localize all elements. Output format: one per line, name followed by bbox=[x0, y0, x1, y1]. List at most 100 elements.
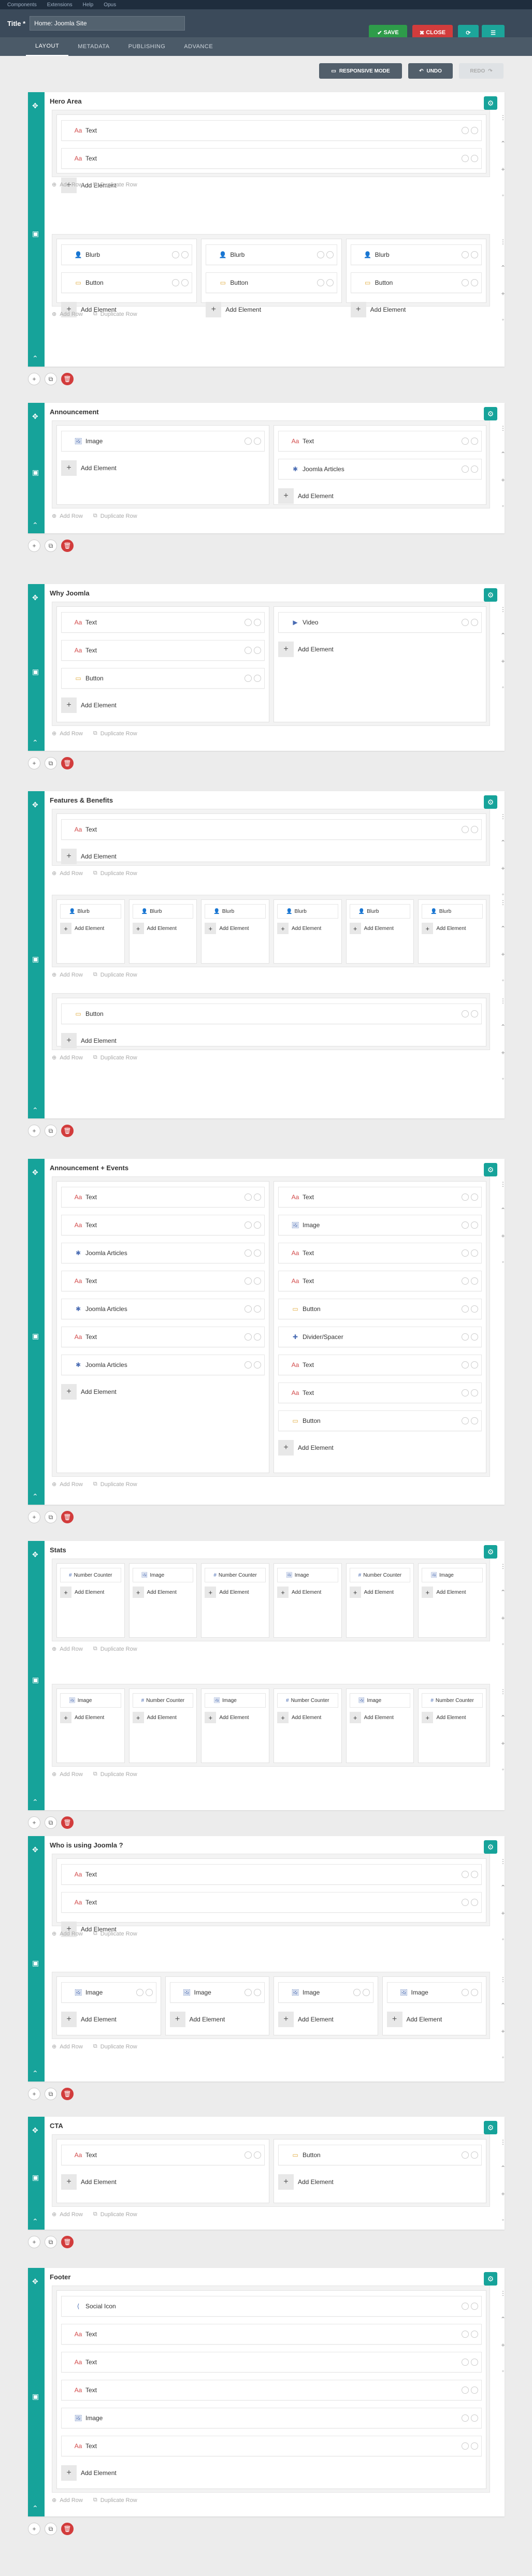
edit-icon[interactable] bbox=[462, 1389, 469, 1396]
plus-icon[interactable]: + bbox=[501, 166, 505, 173]
move-icon[interactable]: ⋮ bbox=[500, 899, 506, 906]
add-element-button[interactable]: + Add Element bbox=[60, 922, 104, 935]
plus-icon[interactable]: + bbox=[501, 1232, 505, 1240]
edit-icon[interactable] bbox=[245, 1333, 252, 1341]
add-section-button[interactable]: + bbox=[28, 1511, 40, 1523]
edit-icon[interactable] bbox=[317, 279, 324, 286]
save-icon[interactable]: ▣ bbox=[32, 229, 39, 238]
edit-icon[interactable] bbox=[172, 251, 180, 258]
settings-icon[interactable] bbox=[326, 279, 334, 286]
element-text[interactable]: Aa Text bbox=[61, 1187, 265, 1207]
move-icon[interactable]: ⋮ bbox=[500, 2138, 506, 2146]
save-icon[interactable]: ▣ bbox=[32, 1332, 39, 1341]
element-button[interactable]: ▭ Button bbox=[278, 1410, 482, 1431]
edit-icon[interactable] bbox=[245, 1361, 252, 1369]
settings-icon[interactable] bbox=[254, 1221, 261, 1229]
add-element-button[interactable]: + Add Element bbox=[349, 1585, 394, 1599]
settings-icon[interactable]: ◦ bbox=[502, 192, 504, 199]
settings-icon[interactable] bbox=[471, 465, 478, 473]
collapse-icon[interactable]: ⌃ bbox=[32, 1492, 38, 1501]
settings-icon[interactable] bbox=[254, 1361, 261, 1369]
move-icon[interactable]: ⋮ bbox=[500, 1181, 506, 1188]
settings-icon[interactable] bbox=[471, 2386, 478, 2394]
settings-icon[interactable] bbox=[471, 1010, 478, 1017]
element-text[interactable]: Aa Text bbox=[61, 1892, 482, 1913]
add-element-button[interactable]: + Add Element bbox=[422, 1711, 466, 1724]
element-video[interactable]: ▶ Video bbox=[278, 612, 482, 633]
settings-icon[interactable]: ◦ bbox=[502, 1640, 504, 1648]
section-settings-button[interactable]: ⚙ bbox=[484, 407, 497, 420]
element-text[interactable]: Aa Text bbox=[61, 1864, 482, 1885]
element-text[interactable]: Aa Text bbox=[61, 640, 265, 661]
add-element-button[interactable]: + Add Element bbox=[277, 1585, 321, 1599]
drag-icon[interactable]: ✥ bbox=[32, 2126, 38, 2135]
plus-icon[interactable]: + bbox=[501, 1049, 505, 1056]
settings-icon[interactable] bbox=[254, 1249, 261, 1257]
element-blurb[interactable]: 👤 Blurb bbox=[205, 904, 266, 919]
menu-extensions[interactable]: Extensions bbox=[47, 2, 73, 8]
delete-section-button[interactable]: 🗑 bbox=[61, 1816, 74, 1829]
drag-icon[interactable]: ✥ bbox=[32, 1550, 38, 1559]
settings-icon[interactable] bbox=[471, 1249, 478, 1257]
element-number-counter[interactable]: # Number Counter bbox=[132, 1693, 194, 1708]
settings-icon[interactable] bbox=[471, 2359, 478, 2366]
add-element-button[interactable]: + Add Element bbox=[278, 2173, 334, 2191]
element-divider[interactable]: ✚ Divider/Spacer bbox=[278, 1327, 482, 1347]
plus-icon[interactable]: + bbox=[501, 2341, 505, 2349]
edit-icon[interactable] bbox=[353, 1989, 361, 1996]
add-element-button[interactable]: + Add Element bbox=[206, 300, 261, 319]
settings-icon[interactable] bbox=[471, 1899, 478, 1906]
section-settings-button[interactable]: ⚙ bbox=[484, 795, 497, 809]
add-element-button[interactable]: + Add Element bbox=[349, 922, 394, 935]
settings-icon[interactable] bbox=[471, 2442, 478, 2450]
settings-icon[interactable] bbox=[471, 1194, 478, 1201]
add-row-button[interactable]: ⊕ Add Row bbox=[52, 1771, 83, 1778]
collapse-icon[interactable]: ⌃ bbox=[32, 1798, 38, 1807]
arrow-up-icon[interactable]: ⌃ bbox=[500, 2316, 506, 2323]
edit-icon[interactable] bbox=[462, 438, 469, 445]
element-button[interactable]: ▭ Button bbox=[61, 272, 193, 293]
add-element-button[interactable]: + Add Element bbox=[205, 1711, 249, 1724]
arrow-up-icon[interactable]: ⌃ bbox=[500, 1714, 506, 1721]
settings-icon[interactable] bbox=[254, 1333, 261, 1341]
add-section-button[interactable]: + bbox=[28, 1816, 40, 1829]
duplicate-section-button[interactable]: ⧉ bbox=[45, 373, 57, 385]
element-number-counter[interactable]: # Number Counter bbox=[277, 1693, 338, 1708]
element-image[interactable]: 🖼 Image bbox=[61, 1982, 156, 2003]
collapse-icon[interactable]: ⌃ bbox=[32, 354, 38, 363]
element-image[interactable]: 🖼 Image bbox=[61, 431, 265, 452]
element-image[interactable]: 🖼 Image bbox=[349, 1693, 411, 1708]
element-text[interactable]: Aa Text bbox=[61, 120, 482, 141]
edit-icon[interactable] bbox=[462, 2303, 469, 2310]
settings-icon[interactable] bbox=[471, 1361, 478, 1369]
settings-icon[interactable] bbox=[145, 1989, 153, 1996]
delete-section-button[interactable]: 🗑 bbox=[61, 1125, 74, 1137]
duplicate-section-button[interactable]: ⧉ bbox=[45, 540, 57, 552]
delete-section-button[interactable]: 🗑 bbox=[61, 2088, 74, 2100]
element-text[interactable]: Aa Text bbox=[278, 1243, 482, 1263]
add-section-button[interactable]: + bbox=[28, 2236, 40, 2248]
add-element-button[interactable]: + Add Element bbox=[132, 1711, 177, 1724]
settings-icon[interactable] bbox=[254, 619, 261, 626]
tab-layout[interactable]: LAYOUT bbox=[26, 37, 69, 56]
section-settings-button[interactable]: ⚙ bbox=[484, 1545, 497, 1559]
duplicate-row-button[interactable]: ⧉ Duplicate Row bbox=[93, 1646, 137, 1652]
duplicate-row-button[interactable]: ⧉ Duplicate Row bbox=[93, 2043, 137, 2050]
edit-icon[interactable] bbox=[462, 2331, 469, 2338]
element-social-icon[interactable]: ⟨ Social Icon bbox=[61, 2296, 482, 2317]
move-icon[interactable]: ⋮ bbox=[500, 425, 506, 432]
add-element-button[interactable]: + Add Element bbox=[205, 922, 249, 935]
duplicate-row-button[interactable]: ⧉ Duplicate Row bbox=[93, 730, 137, 737]
arrow-up-icon[interactable]: ⌃ bbox=[500, 1023, 506, 1030]
settings-icon[interactable] bbox=[471, 127, 478, 134]
collapse-icon[interactable]: ⌃ bbox=[32, 2069, 38, 2078]
settings-icon[interactable] bbox=[326, 251, 334, 258]
settings-icon[interactable] bbox=[254, 2151, 261, 2159]
undo-button[interactable]: ↶ UNDO bbox=[408, 63, 453, 79]
settings-icon[interactable]: ◦ bbox=[502, 683, 504, 691]
settings-icon[interactable]: ◦ bbox=[502, 1075, 504, 1082]
move-icon[interactable]: ⋮ bbox=[500, 1563, 506, 1570]
element-text[interactable]: Aa Text bbox=[61, 2145, 265, 2165]
plus-icon[interactable]: + bbox=[501, 951, 505, 958]
edit-icon[interactable] bbox=[461, 279, 469, 286]
